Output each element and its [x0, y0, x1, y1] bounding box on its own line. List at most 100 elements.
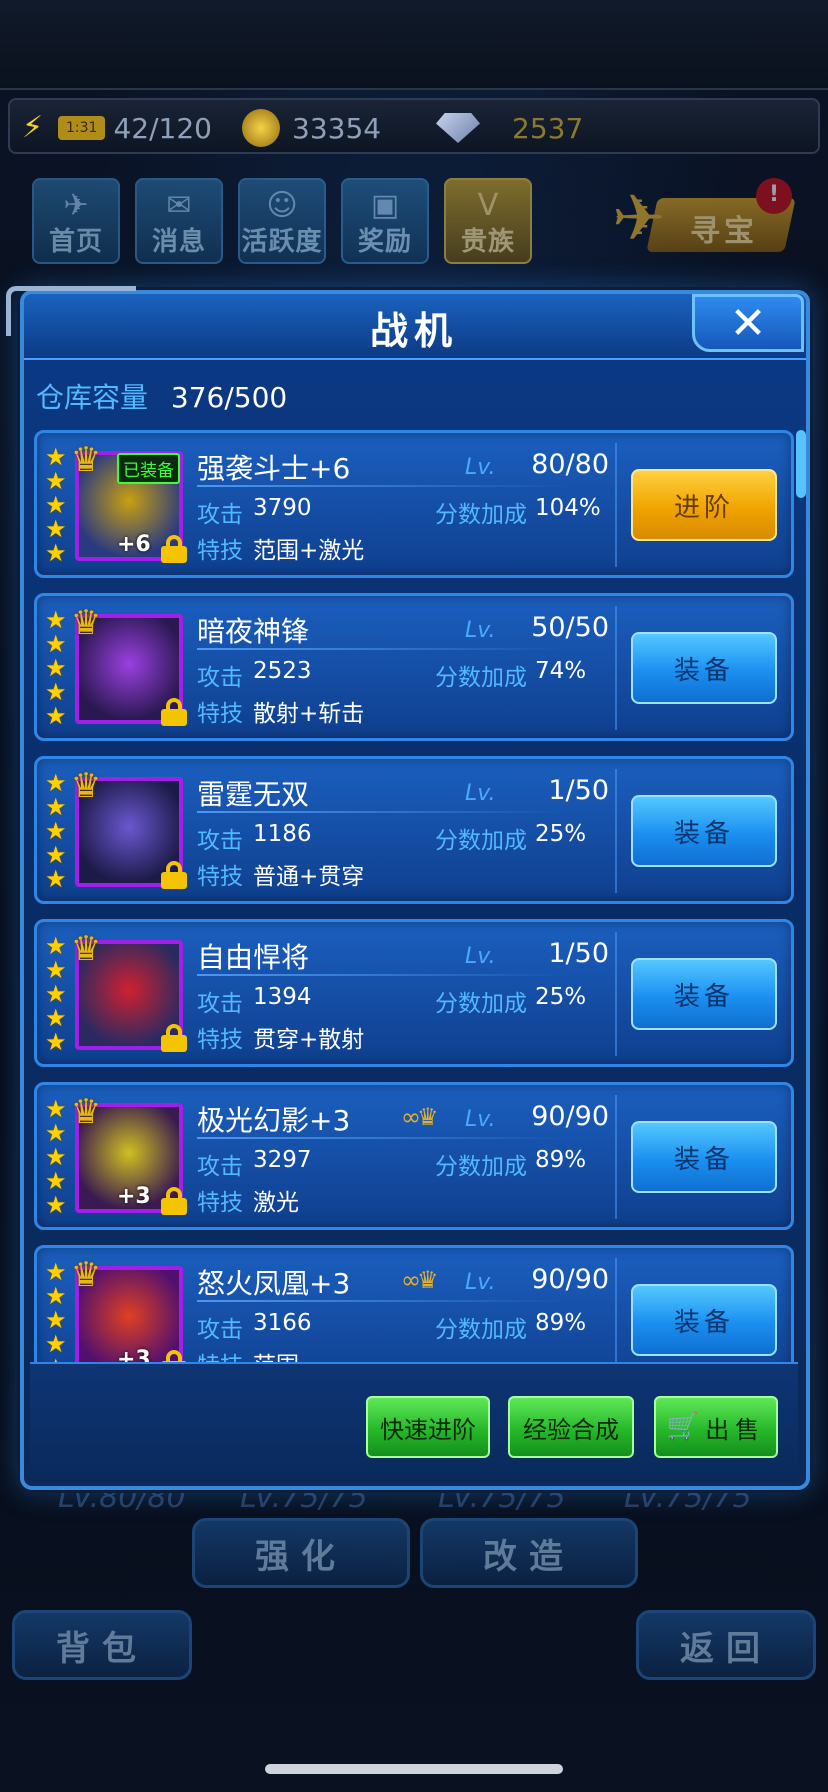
- row-divider: [615, 606, 617, 730]
- bag-button[interactable]: 背包: [12, 1610, 192, 1680]
- wings-icon: ☺: [266, 188, 298, 223]
- enhance-label: 强化: [255, 1536, 347, 1577]
- fighter-row[interactable]: ★ ★ ★ ★ ★ ♛ 暗夜神锋 Lv. 50/50 攻击 2523 分数加成 74% 特技 散射+斩击 装备: [34, 593, 794, 741]
- skill-value: 激光: [253, 1190, 299, 1216]
- nav-rewards-button[interactable]: ▣ 奖励: [341, 178, 429, 264]
- bonus-value: 25%: [535, 984, 587, 1010]
- lock-icon[interactable]: [161, 861, 187, 889]
- enhance-button[interactable]: 强化: [192, 1518, 410, 1588]
- nav-activity-button[interactable]: ☺ 活跃度: [238, 178, 326, 264]
- fighter-row[interactable]: ★ ★ ★ ★ ★ +3 ♛ 极光幻影+3 ∞♛ Lv. 90/90 攻击 3297 分数加成 89% 特技激…: [34, 1082, 794, 1230]
- energy-value: 42/120: [113, 111, 212, 145]
- name-divider: [197, 1137, 567, 1139]
- gem-value: 2537: [512, 111, 584, 145]
- lock-icon[interactable]: [161, 698, 187, 726]
- vip-icon: V: [477, 188, 499, 223]
- star-icon: ★: [45, 491, 67, 519]
- star-icon: ★: [45, 630, 67, 658]
- skill-value: 普通+贯穿: [253, 864, 365, 890]
- sell-button[interactable]: 🛒 出售: [654, 1396, 778, 1458]
- lock-icon[interactable]: [161, 1350, 187, 1362]
- home-indicator[interactable]: [265, 1764, 563, 1774]
- attack-value: 1394: [253, 984, 312, 1010]
- skill-value: 范围+激光: [253, 538, 365, 564]
- fighter-row[interactable]: ★★★★★ +3 ♛ 怒火凤凰+3 ∞♛ Lv. 90/90 攻击 3166 分数加成 89% 特技范…: [34, 1245, 794, 1362]
- star-rating: ★★★★★: [45, 1260, 69, 1362]
- fighter-name: 自由悍将: [197, 941, 310, 974]
- star-icon: ★: [45, 932, 67, 960]
- star-rating: ★★★★★: [45, 771, 69, 891]
- attack-label: 攻击: [197, 665, 243, 691]
- name-divider: [197, 648, 567, 650]
- nav-vip-button[interactable]: V 贵族: [444, 178, 532, 264]
- star-icon: ★: [45, 606, 67, 634]
- energy-icon: ⚡: [22, 110, 44, 145]
- sell-label: 出售: [705, 1415, 766, 1444]
- close-button[interactable]: ✕: [692, 294, 804, 352]
- star-icon: ★: [45, 1119, 67, 1147]
- name-divider: [197, 811, 567, 813]
- quick-advance-button[interactable]: 快速进阶: [366, 1396, 490, 1458]
- rank-badge-icon: ♛: [70, 1255, 102, 1295]
- fighter-row[interactable]: ★ ★ ★ ★ ★ ♛ 雷霆无双 Lv. 1/50 攻击 1186 分数加成 25% 特技 普通+贯穿 装备: [34, 756, 794, 904]
- star-icon: ★: [45, 443, 67, 471]
- star-icon: ★: [45, 515, 67, 543]
- upgrade-level: +6: [117, 532, 151, 557]
- equip-button[interactable]: 装备: [631, 1284, 777, 1356]
- skill-label: 特技: [197, 701, 243, 727]
- back-label: 返回: [680, 1628, 772, 1669]
- close-icon: ✕: [729, 297, 767, 349]
- gift-icon: ▣: [370, 188, 400, 223]
- rank-badge-icon: ♛: [70, 440, 102, 480]
- energy-resource[interactable]: ⚡ 1:31 42/120: [22, 108, 212, 148]
- fighter-name: 极光幻影+3: [197, 1104, 351, 1137]
- coin-value: 33354: [292, 111, 382, 145]
- bonus-label: 分数加成: [435, 828, 527, 854]
- cart-icon: 🛒: [666, 1412, 700, 1442]
- fighter-list[interactable]: ★ ★ ★ ★ ★ +6 ♛ 已装备 强袭斗士+6 Lv. 80/80 攻击 3790 分数加成 104% 特…: [34, 430, 794, 1362]
- gem-resource[interactable]: 2537: [436, 108, 583, 148]
- scroll-thumb[interactable]: [796, 430, 806, 498]
- lock-icon[interactable]: [161, 535, 187, 563]
- attack-label: 攻击: [197, 991, 243, 1017]
- exp-merge-button[interactable]: 经验合成: [508, 1396, 634, 1458]
- bonus-label: 分数加成: [435, 502, 527, 528]
- equip-button[interactable]: 装备: [631, 632, 777, 704]
- coin-icon: [242, 109, 280, 147]
- fighter-row[interactable]: ★ ★ ★ ★ ★ ♛ 自由悍将 Lv. 1/50 攻击 1394 分数加成 25% 特技 贯穿+散射 装备: [34, 919, 794, 1067]
- star-icon: ★: [45, 1004, 67, 1032]
- capacity-label: 仓库容量: [36, 381, 149, 414]
- nav-messages-button[interactable]: ✉ 消息: [135, 178, 223, 264]
- skill-label: 特技: [197, 1190, 243, 1216]
- level-value: 1/50: [548, 775, 609, 806]
- advance-button[interactable]: 进阶: [631, 469, 777, 541]
- bonus-value: 74%: [535, 658, 587, 684]
- level-label: Lv.: [465, 618, 496, 643]
- attack-value: 3790: [253, 495, 312, 521]
- modify-button[interactable]: 改造: [420, 1518, 638, 1588]
- lock-icon[interactable]: [161, 1024, 187, 1052]
- bonus-value: 89%: [535, 1310, 587, 1336]
- quick-advance-label: 快速进阶: [380, 1415, 476, 1444]
- level-label: Lv.: [465, 1270, 496, 1295]
- lock-icon[interactable]: [161, 1187, 187, 1215]
- fighter-row[interactable]: ★ ★ ★ ★ ★ +6 ♛ 已装备 强袭斗士+6 Lv. 80/80 攻击 3790 分数加成 104% 特…: [34, 430, 794, 578]
- coin-resource[interactable]: 33354: [242, 108, 381, 148]
- treasure-button[interactable]: ✈ 寻宝 !: [612, 178, 796, 264]
- row-divider: [615, 769, 617, 893]
- upgrade-level: +3: [117, 1347, 151, 1362]
- bonus-value: 89%: [535, 1147, 587, 1173]
- storage-capacity: 仓库容量 376/500: [36, 376, 287, 416]
- capacity-value: 376/500: [170, 381, 288, 414]
- star-icon: ★: [45, 702, 67, 730]
- scrollbar[interactable]: [796, 430, 806, 1362]
- star-icon: ★: [45, 1306, 67, 1334]
- level-label: Lv.: [465, 1107, 496, 1132]
- notification-badge: !: [756, 178, 792, 214]
- equip-button[interactable]: 装备: [631, 1121, 777, 1193]
- back-button[interactable]: 返回: [636, 1610, 816, 1680]
- equip-button[interactable]: 装备: [631, 958, 777, 1030]
- equip-button[interactable]: 装备: [631, 795, 777, 867]
- nav-home-button[interactable]: ✈ 首页: [32, 178, 120, 264]
- rank-badge-icon: ♛: [70, 1092, 102, 1132]
